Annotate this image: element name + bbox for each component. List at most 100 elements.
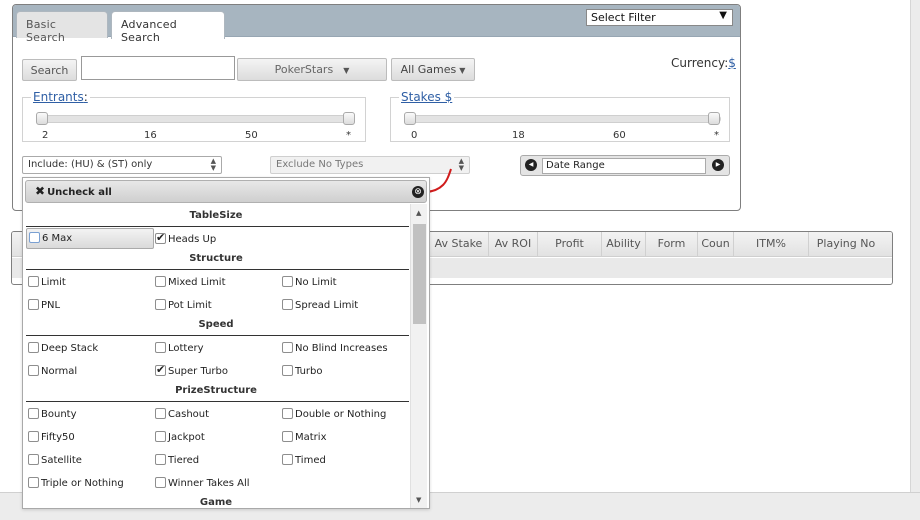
option-mixed-limit[interactable]: Mixed Limit <box>155 276 226 288</box>
option-label: Normal <box>41 366 78 377</box>
option-super-turbo[interactable]: Super Turbo <box>155 363 228 377</box>
search-input[interactable] <box>81 56 235 80</box>
date-next-icon[interactable]: ▶ <box>712 159 724 171</box>
option-pnl[interactable]: PNL <box>28 299 60 311</box>
option-winner-takes-all[interactable]: Winner Takes All <box>155 477 250 489</box>
option-label: PNL <box>41 300 61 311</box>
option-normal[interactable]: Normal <box>28 365 77 377</box>
stakes-slider-track[interactable] <box>405 115 721 123</box>
option-deep-stack[interactable]: Deep Stack <box>28 342 98 354</box>
stakes-range: Stakes $ 0 18 60 * <box>390 90 730 142</box>
option-label: Mixed Limit <box>168 277 226 288</box>
checkbox[interactable] <box>28 342 39 353</box>
tab-basic-search[interactable]: Basic Search <box>16 11 108 44</box>
option-matrix[interactable]: Matrix <box>282 431 326 443</box>
games-select[interactable]: All Games ▼ <box>391 58 475 81</box>
checkbox[interactable] <box>155 299 166 310</box>
option-timed[interactable]: Timed <box>282 454 326 466</box>
checkbox[interactable] <box>282 431 293 442</box>
site-select-value: PokerStars <box>274 63 334 76</box>
checkbox[interactable] <box>155 454 166 465</box>
section-title-speed: Speed <box>198 319 234 330</box>
option-label: Bounty <box>41 409 77 420</box>
checkbox[interactable] <box>29 232 40 243</box>
column-header[interactable]: Playing No <box>808 232 883 257</box>
checkbox[interactable] <box>155 431 166 442</box>
option-triple-or-nothing[interactable]: Triple or Nothing <box>28 477 124 489</box>
checkbox[interactable] <box>282 276 293 287</box>
option-jackpot[interactable]: Jackpot <box>155 431 205 443</box>
checkbox[interactable] <box>155 231 166 244</box>
scroll-down-icon[interactable]: ▼ <box>416 496 421 504</box>
checkbox[interactable] <box>155 363 166 376</box>
checkbox[interactable] <box>28 454 39 465</box>
entrants-tick: * <box>346 130 351 141</box>
option-no-blind-increases[interactable]: No Blind Increases <box>282 342 388 354</box>
column-header[interactable]: Form <box>645 232 697 257</box>
option-label: Cashout <box>168 409 210 420</box>
option-cashout[interactable]: Cashout <box>155 408 209 420</box>
column-header[interactable]: ITM% <box>733 232 808 257</box>
checkbox[interactable] <box>28 477 39 488</box>
checkbox[interactable] <box>282 342 293 353</box>
checkbox[interactable] <box>282 299 293 310</box>
select-filter-dropdown[interactable]: Select Filter ▼ <box>586 9 733 26</box>
option-label: Lottery <box>168 343 204 354</box>
checkbox[interactable] <box>28 276 39 287</box>
option-limit[interactable]: Limit <box>28 276 66 288</box>
uncheck-all-button[interactable]: ✖ Uncheck all <box>35 184 112 198</box>
option-double-or-nothing[interactable]: Double or Nothing <box>282 408 386 420</box>
option-bounty[interactable]: Bounty <box>28 408 77 420</box>
site-select[interactable]: PokerStars ▼ <box>237 58 387 81</box>
currency-link[interactable]: $ <box>728 56 736 70</box>
dropdown-scrollbar[interactable]: ▲ ▼ <box>410 204 427 508</box>
entrants-title[interactable]: Entrants: <box>31 90 90 104</box>
stakes-tick: 60 <box>613 130 626 141</box>
scrollbar-thumb[interactable] <box>413 224 426 324</box>
option-tiered[interactable]: Tiered <box>155 454 199 466</box>
option-satellite[interactable]: Satellite <box>28 454 82 466</box>
option-turbo[interactable]: Turbo <box>282 365 323 377</box>
checkbox[interactable] <box>282 365 293 376</box>
stakes-slider-max-handle[interactable] <box>708 112 720 125</box>
close-x-icon: ✖ <box>35 184 46 198</box>
column-header[interactable]: Av Stake <box>428 232 488 257</box>
close-icon[interactable]: ⊗ <box>412 186 424 198</box>
option-spread-limit[interactable]: Spread Limit <box>282 299 358 311</box>
option-6-max[interactable]: 6 Max <box>26 228 154 249</box>
option-pot-limit[interactable]: Pot Limit <box>155 299 212 311</box>
option-fifty50[interactable]: Fifty50 <box>28 431 75 443</box>
option-lottery[interactable]: Lottery <box>155 342 204 354</box>
search-button[interactable]: Search <box>22 59 77 81</box>
date-range-input[interactable]: Date Range <box>542 158 706 174</box>
column-header[interactable]: Av ROI <box>488 232 537 257</box>
option-label: Fifty50 <box>41 432 75 443</box>
checkbox[interactable] <box>28 408 39 419</box>
checkbox[interactable] <box>282 454 293 465</box>
date-prev-icon[interactable]: ◀ <box>525 159 537 171</box>
uncheck-all-label: Uncheck all <box>47 187 112 198</box>
checkbox[interactable] <box>155 408 166 419</box>
entrants-slider-track[interactable] <box>37 115 353 123</box>
checkbox[interactable] <box>28 299 39 310</box>
option-no-limit[interactable]: No Limit <box>282 276 337 288</box>
checkbox[interactable] <box>282 408 293 419</box>
checkbox[interactable] <box>28 431 39 442</box>
section-divider <box>26 269 409 270</box>
stakes-title[interactable]: Stakes $ <box>399 90 455 104</box>
entrants-slider-min-handle[interactable] <box>36 112 48 125</box>
option-heads-up[interactable]: Heads Up <box>155 231 216 245</box>
option-label: No Blind Increases <box>295 343 388 354</box>
include-select[interactable]: Include: (HU) & (ST) only ▲ ▼ <box>22 156 222 174</box>
checkbox[interactable] <box>155 477 166 488</box>
column-header[interactable]: Coun <box>697 232 733 257</box>
checkbox[interactable] <box>28 365 39 376</box>
stakes-slider-min-handle[interactable] <box>404 112 416 125</box>
entrants-slider-max-handle[interactable] <box>343 112 355 125</box>
column-header[interactable]: Profit <box>537 232 601 257</box>
scroll-up-icon[interactable]: ▲ <box>416 209 421 217</box>
column-header[interactable]: Ability <box>601 232 645 257</box>
checkbox[interactable] <box>155 342 166 353</box>
tab-advanced-search[interactable]: Advanced Search <box>111 11 225 44</box>
checkbox[interactable] <box>155 276 166 287</box>
